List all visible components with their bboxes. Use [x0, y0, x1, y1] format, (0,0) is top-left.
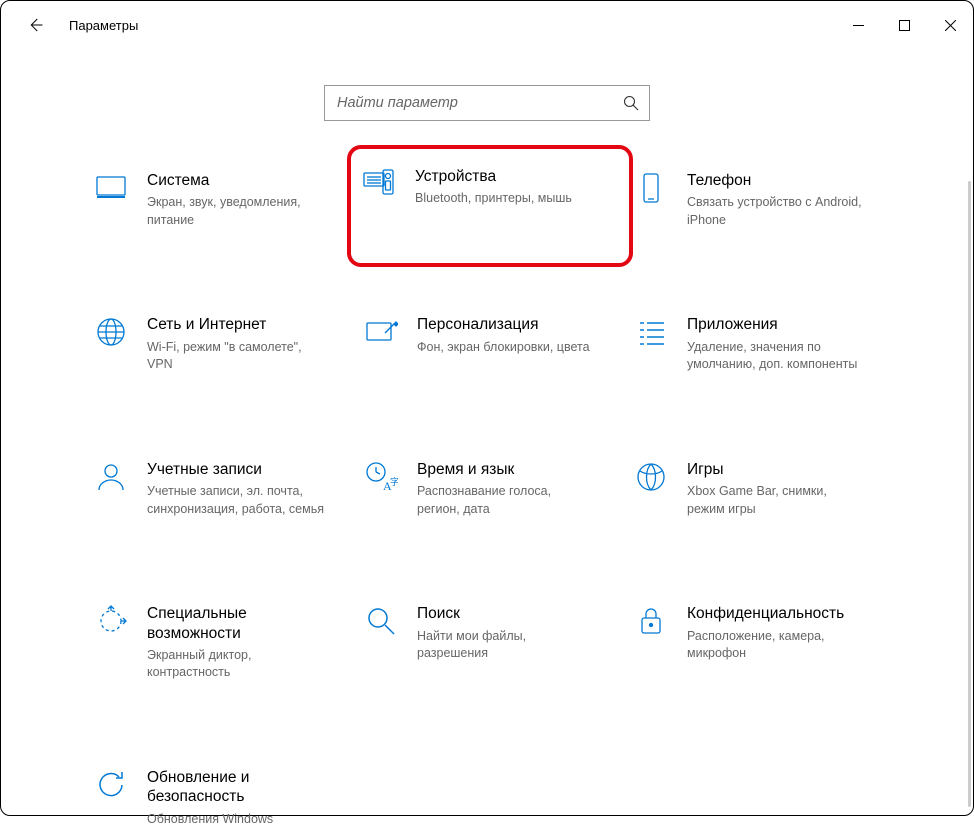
tile-title: Конфиденциальность: [687, 604, 867, 623]
tile-system[interactable]: Система Экран, звук, уведомления, питани…: [87, 163, 347, 237]
tile-desc: Учетные записи, эл. почта, синхронизация…: [147, 483, 327, 518]
tile-desc: Распознавание голоса, регион, дата: [417, 483, 597, 518]
system-icon: [93, 171, 129, 207]
tile-time-language[interactable]: A字 Время и язык Распознавание голоса, ре…: [357, 452, 617, 526]
tile-privacy[interactable]: Конфиденциальность Расположение, камера,…: [627, 596, 887, 690]
tile-desc: Xbox Game Bar, снимки, режим игры: [687, 483, 867, 518]
tile-accounts[interactable]: Учетные записи Учетные записи, эл. почта…: [87, 452, 347, 526]
lock-icon: [633, 604, 669, 640]
tile-desc: Экранный диктор, контрастность: [147, 647, 327, 682]
devices-icon: [361, 167, 397, 203]
ease-of-access-icon: [93, 604, 129, 640]
arrow-left-icon: [26, 16, 44, 34]
tile-update-security[interactable]: Обновление и безопасность Обновления Win…: [87, 760, 347, 836]
tile-title: Время и язык: [417, 460, 597, 479]
back-button[interactable]: [19, 9, 51, 41]
tile-desc: Bluetooth, принтеры, мышь: [415, 190, 572, 208]
close-icon: [945, 20, 956, 31]
svg-text:字: 字: [390, 476, 398, 487]
tile-desc: Фон, экран блокировки, цвета: [417, 339, 590, 357]
globe-icon: [93, 315, 129, 351]
tile-gaming[interactable]: Игры Xbox Game Bar, снимки, режим игры: [627, 452, 887, 526]
tile-desc: Обновления Windows: [147, 811, 327, 829]
apps-icon: [633, 315, 669, 351]
tile-network[interactable]: Сеть и Интернет Wi-Fi, режим "в самолете…: [87, 307, 347, 381]
tile-ease-of-access[interactable]: Специальные возможности Экранный диктор,…: [87, 596, 347, 690]
phone-icon: [633, 171, 669, 207]
tile-phone[interactable]: Телефон Связать устройство с Android, iP…: [627, 163, 887, 237]
tile-devices[interactable]: Устройства Bluetooth, принтеры, мышь: [347, 145, 633, 267]
person-icon: [93, 460, 129, 496]
tile-desc: Удаление, значения по умолчанию, доп. ко…: [687, 339, 867, 374]
window-controls: [835, 6, 973, 44]
tile-title: Персонализация: [417, 315, 590, 334]
tile-title: Телефон: [687, 171, 867, 190]
tile-desc: Найти мои файлы, разрешения: [417, 628, 597, 663]
tile-title: Устройства: [415, 167, 572, 186]
tile-desc: Связать устройство с Android, iPhone: [687, 194, 867, 229]
search-icon: [623, 95, 639, 111]
tile-title: Приложения: [687, 315, 867, 334]
maximize-icon: [899, 20, 910, 31]
scrollbar[interactable]: [968, 181, 971, 807]
window-title: Параметры: [69, 18, 138, 33]
title-bar: Параметры: [1, 1, 973, 49]
search-tile-icon: [363, 604, 399, 640]
search-input[interactable]: [337, 95, 623, 111]
minimize-button[interactable]: [835, 6, 881, 44]
tile-title: Специальные возможности: [147, 604, 341, 643]
sync-icon: [93, 768, 129, 804]
close-button[interactable]: [927, 6, 973, 44]
time-language-icon: A字: [363, 460, 399, 496]
tile-title: Сеть и Интернет: [147, 315, 327, 334]
tile-desc: Экран, звук, уведомления, питание: [147, 194, 327, 229]
maximize-button[interactable]: [881, 6, 927, 44]
tile-title: Система: [147, 171, 327, 190]
tile-title: Обновление и безопасность: [147, 768, 341, 807]
gaming-icon: [633, 460, 669, 496]
tile-title: Игры: [687, 460, 867, 479]
tile-desc: Wi-Fi, режим "в самолете", VPN: [147, 339, 327, 374]
search-box[interactable]: [324, 85, 650, 121]
tile-desc: Расположение, камера, микрофон: [687, 628, 867, 663]
tile-title: Поиск: [417, 604, 597, 623]
settings-grid: Система Экран, звук, уведомления, питани…: [1, 163, 973, 836]
tile-personalization[interactable]: Персонализация Фон, экран блокировки, цв…: [357, 307, 617, 381]
tile-search[interactable]: Поиск Найти мои файлы, разрешения: [357, 596, 617, 690]
tile-title: Учетные записи: [147, 460, 327, 479]
minimize-icon: [853, 20, 864, 31]
personalization-icon: [363, 315, 399, 351]
tile-apps[interactable]: Приложения Удаление, значения по умолчан…: [627, 307, 887, 381]
